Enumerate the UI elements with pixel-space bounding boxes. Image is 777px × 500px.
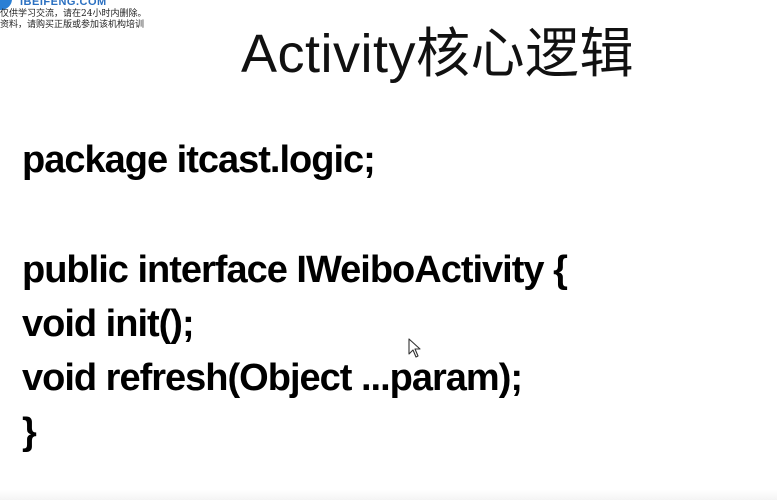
- code-closing-brace: }: [22, 411, 37, 453]
- code-refresh-line: void refresh(Object ...param);: [22, 357, 523, 399]
- code-interface-line: public interface IWeiboActivity {: [22, 249, 568, 291]
- bottom-band: [0, 490, 777, 500]
- watermark-notice-line-1: 仅供学习交流，请在24小时内删除。: [0, 9, 147, 19]
- watermark-brand: IBEIFENG.COM: [20, 0, 107, 8]
- watermark: IBEIFENG.COM 仅供学习交流，请在24小时内删除。 资料，请购买正版或…: [0, 0, 165, 34]
- code-init-line: void init();: [22, 303, 195, 345]
- slide-title: Activity核心逻辑: [241, 24, 635, 84]
- mouse-pointer-icon: [408, 338, 421, 358]
- slide: IBEIFENG.COM 仅供学习交流，请在24小时内删除。 资料，请购买正版或…: [0, 0, 777, 500]
- watermark-notice-line-2: 资料，请购买正版或参加该机构培训: [0, 20, 145, 30]
- code-package-line: package itcast.logic;: [22, 139, 376, 181]
